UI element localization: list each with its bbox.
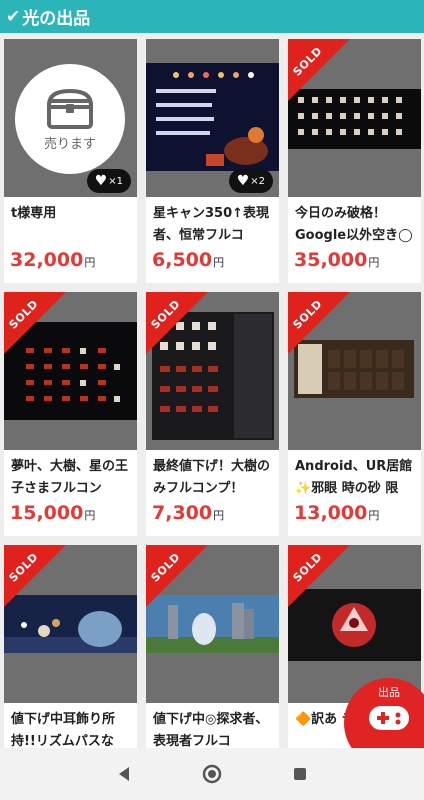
- listing-thumbnail[interactable]: SOLD: [146, 545, 279, 703]
- listing-price: 6,500円: [152, 249, 225, 271]
- listing-card[interactable]: ♥ ×2 星キャン350↑表現者、恒常フルコ 6,500円: [146, 39, 279, 283]
- listing-thumbnail[interactable]: SOLD: [4, 545, 137, 703]
- gamepad-icon: [369, 706, 409, 730]
- back-icon: [119, 767, 129, 781]
- listing-title: 値下げ中耳飾り所持!!リズムパスな: [11, 712, 116, 749]
- sell-placeholder-image: 売ります: [15, 64, 125, 174]
- page-title: 光の出品: [22, 9, 91, 29]
- listing-title: t様専用: [11, 206, 57, 221]
- listing-title: 今日のみ破格！Google以外空き◯: [295, 206, 413, 243]
- listing-thumbnail[interactable]: SOLD: [146, 292, 279, 450]
- heart-icon: ♥: [236, 173, 250, 189]
- listing-title: 夢叶、大樹、星の王子さまフルコン: [11, 459, 129, 496]
- listing-price: 13,000円: [294, 502, 380, 524]
- listing-thumbnail[interactable]: SOLD: [288, 292, 421, 450]
- listing-title: 星キャン350↑表現者、恒常フルコ: [153, 206, 270, 243]
- listing-thumbnail[interactable]: SOLD: [4, 292, 137, 450]
- listing-title: 値下げ中◎探求者、表現者フルコ: [153, 712, 269, 749]
- listing-card[interactable]: SOLD 最終値下げ！大樹のみフルコンプ！ 7,300円: [146, 292, 279, 536]
- heart-icon: ♥: [94, 173, 108, 189]
- home-button[interactable]: [192, 754, 232, 794]
- listing-thumbnail[interactable]: 売ります ♥ ×1: [4, 39, 137, 197]
- recents-icon: [294, 768, 306, 780]
- system-nav-bar: [0, 748, 424, 800]
- recents-button[interactable]: [280, 754, 320, 794]
- listing-thumbnail[interactable]: SOLD: [288, 39, 421, 197]
- listing-card[interactable]: SOLD Android、UR居館✨邪眼 時の砂 限 13,000円: [288, 292, 421, 536]
- sell-label: 売ります: [43, 136, 96, 152]
- listing-price: 35,000円: [294, 249, 380, 271]
- app-header: ✔ 光の出品: [0, 0, 424, 33]
- listing-card[interactable]: SOLD 夢叶、大樹、星の王子さまフルコン 15,000円: [4, 292, 137, 536]
- listing-card[interactable]: SOLD 今日のみ破格！Google以外空き◯ 35,000円: [288, 39, 421, 283]
- treasure-chest-icon: [47, 88, 93, 129]
- check-icon: ✔: [6, 6, 21, 27]
- listing-price: 32,000円: [10, 249, 96, 271]
- like-count-badge[interactable]: ♥ ×2: [228, 169, 273, 193]
- listing-thumbnail[interactable]: ♥ ×2: [146, 39, 279, 197]
- listing-title: 最終値下げ！大樹のみフルコンプ！: [153, 459, 271, 496]
- listing-price: 7,300円: [152, 502, 225, 524]
- back-button[interactable]: [104, 754, 144, 794]
- like-count-badge[interactable]: ♥ ×1: [86, 169, 131, 193]
- home-icon: [202, 764, 222, 784]
- listing-card[interactable]: 売ります ♥ ×1 t様専用 32,000円: [4, 39, 137, 283]
- sell-fab-label: 出品: [378, 686, 400, 699]
- listing-price: 15,000円: [10, 502, 96, 524]
- listing-grid: 売ります ♥ ×1 t様専用 32,000円 ♥ ×2 星キャン350↑表現者、…: [4, 39, 421, 789]
- listing-title: Android、UR居館✨邪眼 時の砂 限: [295, 459, 413, 496]
